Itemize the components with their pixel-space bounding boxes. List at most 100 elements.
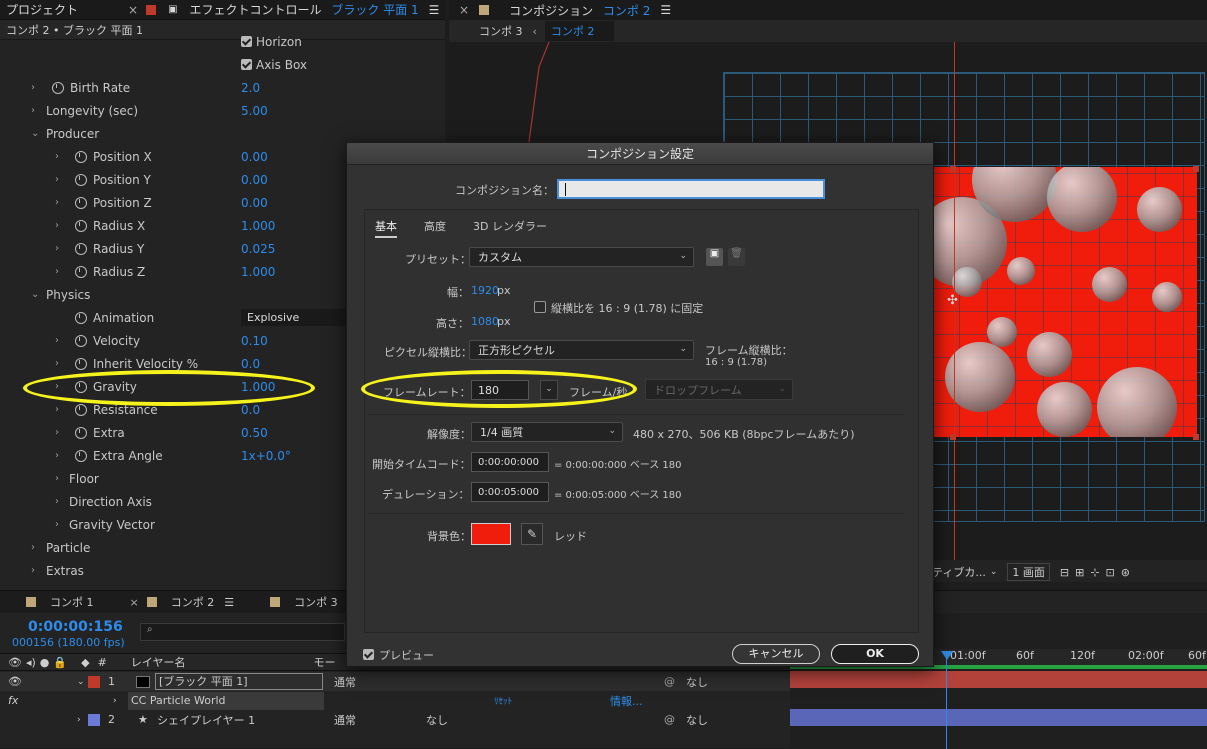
start-timecode-input[interactable]: 0:00:00:000	[471, 452, 549, 472]
label-color[interactable]	[88, 675, 100, 688]
panel-menu-icon[interactable]: ☰	[429, 3, 440, 17]
views-select[interactable]: 1 画面	[1007, 563, 1050, 581]
stopwatch-icon[interactable]	[75, 242, 87, 255]
panel-menu-icon[interactable]: ☰	[224, 596, 234, 609]
layer-handle[interactable]	[1193, 434, 1199, 440]
col-mode[interactable]: モー	[313, 654, 335, 670]
chevron-right-icon[interactable]: ›	[77, 715, 81, 725]
property-value[interactable]: 1.000	[241, 219, 275, 233]
close-icon[interactable]: ×	[459, 3, 469, 17]
stopwatch-icon[interactable]	[75, 426, 87, 439]
pixel-aspect-select[interactable]: 正方形ピクセル ⌄	[469, 340, 694, 360]
chevron-right-icon[interactable]: ›	[55, 358, 59, 369]
view-select[interactable]: ティブカ...	[932, 564, 986, 580]
stopwatch-icon[interactable]	[75, 173, 87, 186]
grid-icon[interactable]: ⊞	[1075, 566, 1084, 579]
property-value[interactable]: 0.00	[241, 173, 268, 187]
property-value[interactable]: 0.0	[241, 403, 260, 417]
drop-frame-select[interactable]: ドロップフレーム ⌄	[645, 379, 793, 400]
current-timecode[interactable]: 0:00:00:156	[28, 619, 123, 635]
eyedropper-icon[interactable]: ✎	[521, 523, 543, 545]
spiral-icon[interactable]: @	[664, 713, 675, 726]
eye-icon[interactable]: 👁	[8, 675, 22, 688]
col-layer-name[interactable]: レイヤー名	[131, 654, 186, 670]
chevron-right-icon[interactable]: ›	[55, 404, 59, 415]
layer-handle[interactable]	[950, 434, 956, 440]
close-icon[interactable]: ×	[130, 596, 139, 609]
resolution-select[interactable]: 1/4 画質 ⌄	[471, 422, 623, 442]
property-value[interactable]: 0.00	[241, 150, 268, 164]
chevron-right-icon[interactable]: ›	[31, 82, 35, 93]
width-value[interactable]: 1920	[471, 284, 499, 297]
preview-checkbox[interactable]	[363, 647, 374, 661]
timeline-search[interactable]: ⌕	[140, 623, 345, 641]
stopwatch-icon[interactable]	[75, 150, 87, 163]
chevron-right-icon[interactable]: ›	[55, 473, 59, 484]
close-icon[interactable]: ×	[128, 3, 138, 17]
breadcrumb-comp3[interactable]: コンポ 3	[479, 23, 523, 39]
chevron-right-icon[interactable]: ›	[55, 266, 59, 277]
property-row-axis-box[interactable]: Axis Box	[0, 53, 445, 76]
layer-trkmat[interactable]: なし	[426, 712, 448, 728]
panel-menu-icon[interactable]: ☰	[660, 3, 671, 17]
save-preset-icon[interactable]: ▣	[706, 248, 723, 266]
stopwatch-icon[interactable]	[52, 81, 64, 94]
layer-handle[interactable]	[1193, 166, 1199, 172]
fx-icon[interactable]: fx	[8, 694, 18, 707]
chevron-right-icon[interactable]: ›	[31, 542, 35, 553]
chevron-right-icon[interactable]: ›	[55, 151, 59, 162]
property-row-horizon[interactable]: Horizon	[0, 30, 445, 53]
stopwatch-icon[interactable]	[75, 265, 87, 278]
chevron-right-icon[interactable]: ›	[55, 197, 59, 208]
property-value[interactable]: 0.00	[241, 196, 268, 210]
property-value[interactable]: 1x+0.0°	[241, 449, 291, 463]
stopwatch-icon[interactable]	[75, 403, 87, 416]
trash-icon[interactable]: 🗑	[728, 248, 745, 266]
stopwatch-icon[interactable]	[75, 196, 87, 209]
layer-handle[interactable]	[950, 166, 956, 172]
tab-advanced[interactable]: 高度	[424, 218, 446, 234]
layer-row-2[interactable]: › 2 ★ シェイプレイヤー 1 通常 なし @ なし	[0, 710, 790, 729]
chevron-right-icon[interactable]: ›	[55, 335, 59, 346]
effect-name[interactable]: CC Particle World	[128, 691, 324, 710]
chevron-right-icon[interactable]: ›	[55, 243, 59, 254]
stopwatch-icon[interactable]	[75, 449, 87, 462]
stopwatch-icon[interactable]	[75, 334, 87, 347]
chevron-right-icon[interactable]: ›	[55, 427, 59, 438]
layer-bar-2[interactable]	[790, 709, 1207, 726]
lock-icon[interactable]: ▣	[168, 4, 177, 15]
tab-3d-renderer[interactable]: 3D レンダラー	[473, 218, 547, 234]
layer-mode[interactable]: 通常	[334, 674, 356, 690]
ok-button[interactable]: OK	[831, 644, 919, 664]
network-icon[interactable]: ⊹	[1090, 566, 1099, 579]
breadcrumb-comp2[interactable]: コンポ 2	[544, 21, 615, 41]
stopwatch-icon[interactable]	[75, 357, 87, 370]
property-row-birth-rate[interactable]: › Birth Rate 2.0	[0, 76, 445, 99]
layer-mode[interactable]: 通常	[334, 712, 356, 728]
layer-row-1[interactable]: 👁 ⌄ 1 [ブラック 平面 1] 通常 なし @	[0, 672, 790, 691]
chevron-down-icon[interactable]: ⌄	[31, 128, 39, 139]
lock-aspect-checkbox[interactable]	[534, 301, 546, 313]
toggle-icon[interactable]: ⊟	[1060, 566, 1069, 579]
layer-name[interactable]: シェイプレイヤー 1	[157, 712, 255, 728]
property-value[interactable]: 5.00	[241, 104, 268, 118]
tab-comp2[interactable]: × コンポ 2 ☰	[130, 594, 235, 610]
property-row-longevity-sec-[interactable]: › Longevity (sec) 5.00	[0, 99, 445, 122]
tab-effect-controls[interactable]: エフェクトコントロール ブラック 平面 1	[184, 1, 419, 18]
chevron-right-icon[interactable]: ›	[113, 696, 117, 706]
tab-basic[interactable]: 基本	[375, 218, 397, 238]
color-icon[interactable]: ⊛	[1121, 566, 1130, 579]
property-value[interactable]: 0.025	[241, 242, 275, 256]
playhead-handle[interactable]	[941, 651, 953, 660]
tab-composition[interactable]: コンポジション コンポ 2	[503, 2, 650, 19]
chevron-right-icon[interactable]: ›	[55, 174, 59, 185]
chevron-right-icon[interactable]: ›	[55, 519, 59, 530]
checkbox-checked-icon[interactable]	[241, 36, 252, 47]
property-value[interactable]: 0.0	[241, 357, 260, 371]
anchor-point-icon[interactable]: ✣	[947, 293, 958, 308]
effect-reset[interactable]: ﾘｾｯﾄ	[494, 694, 512, 707]
chevron-down-icon[interactable]: ⌄	[77, 677, 85, 687]
layer-parent[interactable]: なし	[686, 712, 708, 728]
property-value[interactable]: 1.000	[241, 265, 275, 279]
property-value[interactable]: 0.50	[241, 426, 268, 440]
